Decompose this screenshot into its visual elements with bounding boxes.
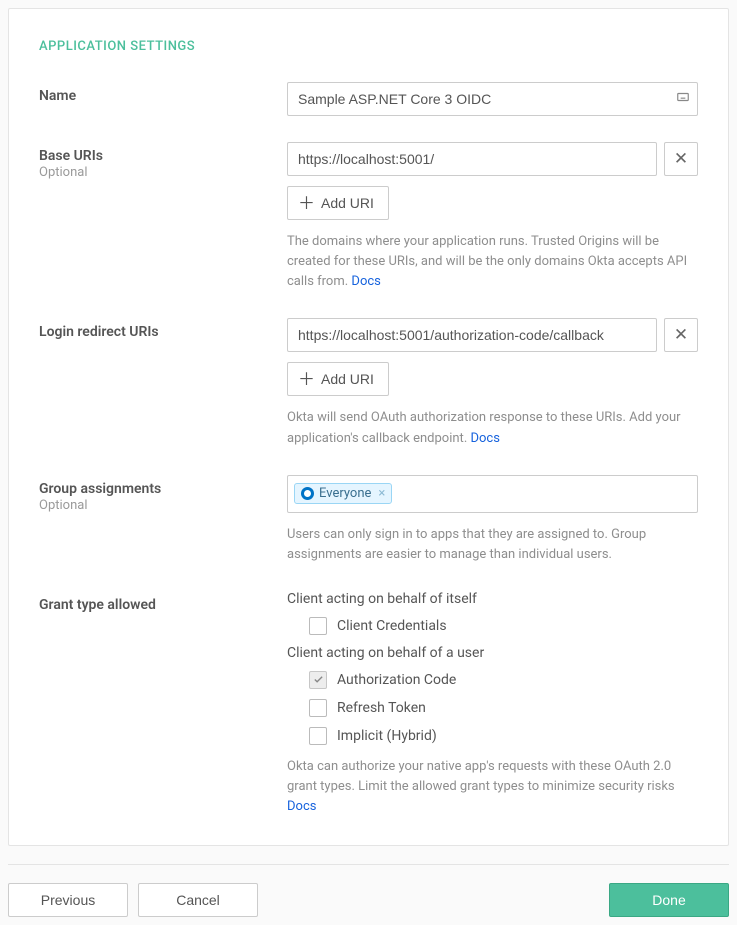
refresh-token-label: Refresh Token (337, 700, 426, 716)
group-assignments-label: Group assignments (39, 481, 287, 497)
plus-icon: ＋ (298, 195, 315, 212)
checkmark-icon (313, 674, 324, 685)
grant-user-header: Client acting on behalf of a user (287, 645, 698, 661)
base-uris-row: Base URIs Optional ✕ ＋ Add URI The domai… (39, 142, 698, 292)
authorization-code-label: Authorization Code (337, 672, 456, 688)
footer: Previous Cancel Done (8, 864, 729, 917)
name-row: Name (39, 82, 698, 116)
refresh-token-checkbox[interactable] (309, 699, 327, 717)
group-tag-everyone[interactable]: Everyone × (294, 483, 392, 504)
authorization-code-checkbox[interactable] (309, 671, 327, 689)
implicit-checkbox[interactable] (309, 727, 327, 745)
login-redirect-help: Okta will send OAuth authorization respo… (287, 408, 698, 448)
name-label: Name (39, 88, 287, 104)
name-input[interactable] (287, 82, 698, 116)
group-assignments-input[interactable]: Everyone × (287, 475, 698, 513)
base-uris-label: Base URIs (39, 148, 287, 164)
group-tag-label: Everyone (319, 486, 371, 501)
implicit-label: Implicit (Hybrid) (337, 728, 437, 744)
add-login-redirect-button[interactable]: ＋ Add URI (287, 362, 389, 396)
login-redirect-label: Login redirect URIs (39, 324, 287, 340)
client-credentials-label: Client Credentials (337, 618, 447, 634)
base-uri-input[interactable] (287, 142, 657, 176)
grant-type-row: Grant type allowed Client acting on beha… (39, 591, 698, 817)
grant-type-docs-link[interactable]: Docs (287, 799, 316, 814)
login-redirect-row: Login redirect URIs ✕ ＋ Add URI Okta wil… (39, 318, 698, 448)
keyboard-icon (676, 90, 690, 108)
group-icon (301, 487, 314, 500)
section-title: APPLICATION SETTINGS (39, 39, 698, 54)
login-redirect-input[interactable] (287, 318, 657, 352)
base-uris-optional: Optional (39, 165, 287, 180)
add-base-uri-label: Add URI (321, 195, 374, 211)
grant-type-label: Grant type allowed (39, 597, 287, 613)
base-uris-help: The domains where your application runs.… (287, 232, 698, 292)
group-assignments-row: Group assignments Optional Everyone × Us… (39, 475, 698, 565)
plus-icon: ＋ (298, 371, 315, 388)
group-assignments-help: Users can only sign in to apps that they… (287, 525, 698, 565)
close-icon: ✕ (674, 325, 688, 345)
grant-itself-header: Client acting on behalf of itself (287, 591, 698, 607)
login-redirect-docs-link[interactable]: Docs (470, 431, 499, 446)
base-uris-docs-link[interactable]: Docs (351, 274, 380, 289)
client-credentials-checkbox[interactable] (309, 617, 327, 635)
add-login-redirect-label: Add URI (321, 371, 374, 387)
add-base-uri-button[interactable]: ＋ Add URI (287, 186, 389, 220)
group-assignments-optional: Optional (39, 498, 287, 513)
remove-login-redirect-button[interactable]: ✕ (664, 318, 698, 352)
settings-panel: APPLICATION SETTINGS Name Base URIs Op (8, 8, 729, 846)
remove-group-tag-icon[interactable]: × (378, 486, 385, 501)
grant-type-help: Okta can authorize your native app's req… (287, 757, 698, 817)
close-icon: ✕ (674, 149, 688, 169)
remove-base-uri-button[interactable]: ✕ (664, 142, 698, 176)
